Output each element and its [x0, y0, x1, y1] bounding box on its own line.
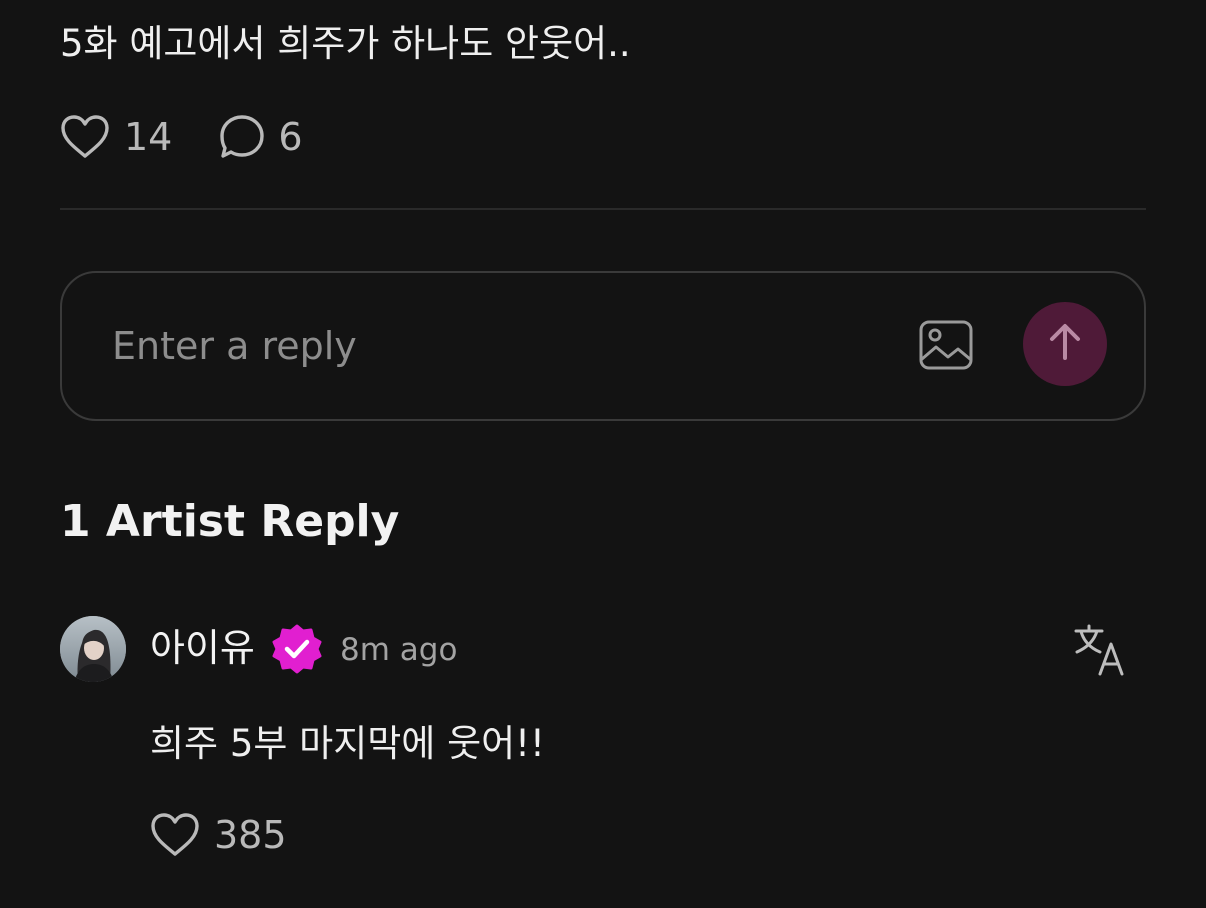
translate-button[interactable]: [1072, 622, 1128, 678]
timestamp: 8m ago: [340, 632, 458, 668]
arrow-up-icon: [1047, 322, 1083, 366]
send-reply-button[interactable]: [1023, 302, 1107, 386]
artist-reply-heading: 1 Artist Reply: [60, 496, 400, 547]
reply-like-count: 385: [214, 813, 287, 857]
post-like-count: 14: [124, 115, 173, 159]
post-text: 5화 예고에서 희주가 하나도 안웃어..: [60, 22, 631, 65]
translate-icon: [1072, 624, 1128, 682]
heart-icon: [60, 114, 110, 160]
reply-like-button[interactable]: 385: [150, 810, 287, 860]
image-icon: [918, 320, 974, 375]
verified-badge-icon: [272, 624, 322, 674]
post-comment-count: 6: [278, 115, 303, 159]
comment-bubble-icon: [218, 113, 266, 161]
heart-icon: [150, 812, 200, 858]
author-name[interactable]: 아이유: [150, 622, 255, 674]
post-comment-button[interactable]: 6: [218, 112, 303, 162]
avatar[interactable]: [60, 616, 126, 682]
attach-image-button[interactable]: [918, 319, 974, 371]
reply-input[interactable]: [112, 318, 872, 374]
reply-composer: [60, 271, 1146, 421]
artist-reply-item: 아이유 8m ago 희주 5부 마지막에 웃어!! 385: [60, 614, 1146, 874]
divider: [60, 208, 1146, 210]
post-actions: 14 6: [60, 112, 303, 162]
post-like-button[interactable]: 14: [60, 112, 172, 162]
reply-text: 희주 5부 마지막에 웃어!!: [150, 722, 545, 765]
